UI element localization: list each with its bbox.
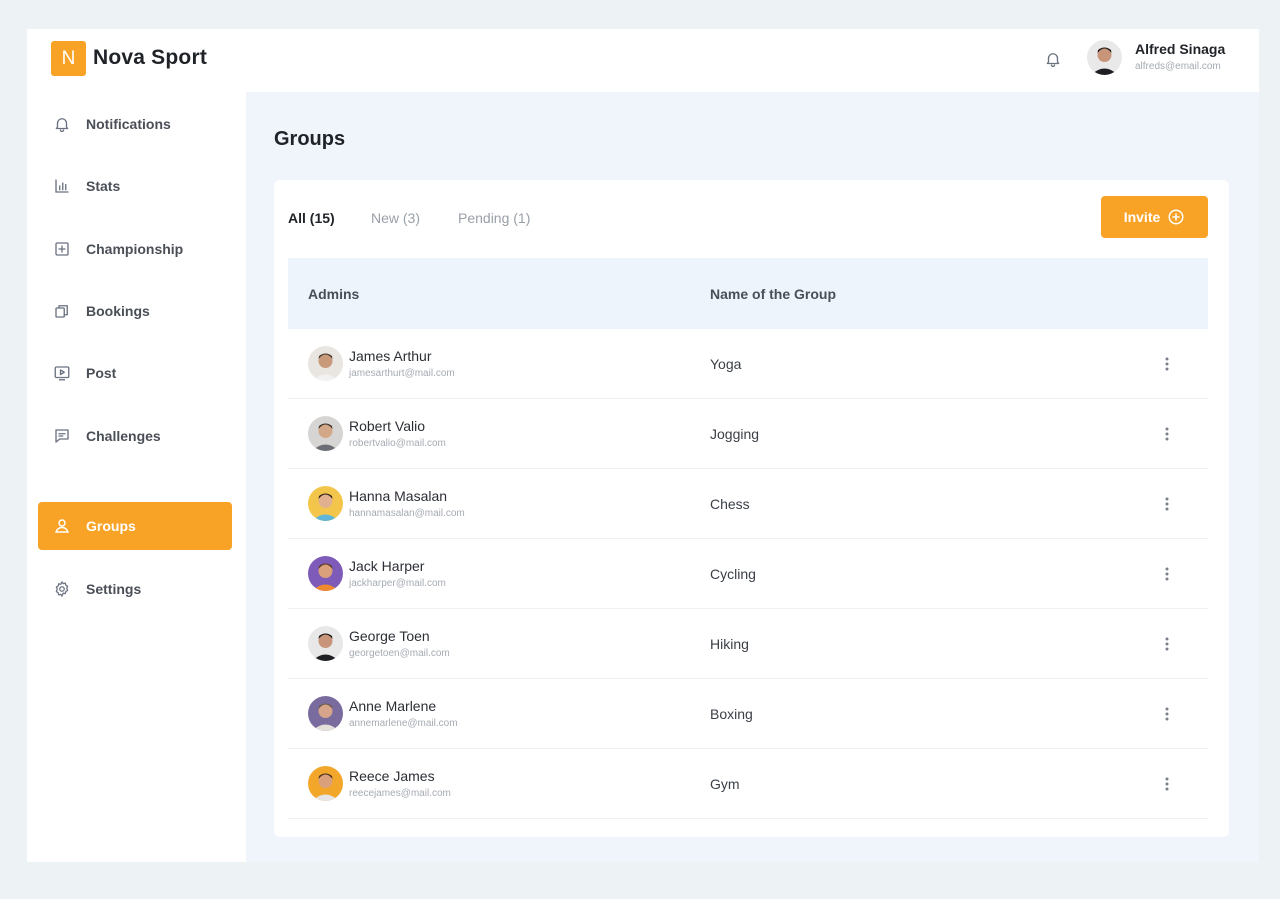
sidebar-item-label: Settings — [86, 581, 142, 597]
row-more-button[interactable] — [1156, 423, 1178, 445]
sidebar-item-challenges[interactable]: Challenges — [38, 412, 232, 460]
more-vertical-icon — [1165, 707, 1169, 721]
admin-avatar — [308, 696, 343, 731]
more-vertical-icon — [1165, 427, 1169, 441]
admin-email: reecejames@mail.com — [349, 788, 451, 799]
groups-card: All (15) New (3) Pending (1) Invite Admi… — [274, 180, 1229, 837]
table-row[interactable]: James Arthur jamesarthurt@mail.com Yoga — [288, 329, 1208, 399]
row-more-button[interactable] — [1156, 563, 1178, 585]
sidebar-item-label: Bookings — [86, 303, 150, 319]
user-name: Alfred Sinaga — [1135, 41, 1226, 57]
admin-name: Jack Harper — [349, 558, 425, 574]
admin-name: James Arthur — [349, 348, 432, 364]
sidebar-item-label: Notifications — [86, 116, 171, 132]
admin-email: annemarlene@mail.com — [349, 718, 458, 729]
admin-avatar — [308, 556, 343, 591]
table-row[interactable]: Reece James reecejames@mail.com Gym — [288, 749, 1208, 819]
invite-button-label: Invite — [1123, 209, 1161, 225]
admin-name: Hanna Masalan — [349, 488, 448, 504]
app-window: N Nova Sport Alfred Sinaga alfreds@email… — [27, 29, 1259, 862]
row-more-button[interactable] — [1156, 703, 1178, 725]
tab-pending[interactable]: Pending (1) — [458, 210, 530, 226]
row-more-button[interactable] — [1156, 633, 1178, 655]
table-row[interactable]: Hanna Masalan hannamasalan@mail.com Chess — [288, 469, 1208, 539]
row-more-button[interactable] — [1156, 773, 1178, 795]
admin-avatar — [308, 766, 343, 801]
message-square-icon — [51, 425, 73, 447]
sidebar-item-label: Groups — [86, 518, 136, 534]
more-vertical-icon — [1165, 497, 1169, 511]
trophy-box-icon — [51, 238, 73, 260]
user-icon — [51, 515, 73, 537]
group-name: Gym — [710, 776, 740, 792]
group-name: Cycling — [710, 566, 756, 582]
bell-icon — [1046, 53, 1060, 68]
sidebar-item-label: Post — [86, 365, 117, 381]
invite-button[interactable]: Invite — [1101, 196, 1208, 238]
admin-avatar — [308, 486, 343, 521]
more-vertical-icon — [1165, 777, 1169, 791]
sidebar-item-post[interactable]: Post — [38, 349, 232, 397]
admin-email: hannamasalan@mail.com — [349, 508, 465, 519]
sidebar-item-bookings[interactable]: Bookings — [38, 287, 232, 335]
group-name: Jogging — [710, 426, 760, 442]
bar-chart-icon — [51, 175, 73, 197]
table-row[interactable]: George Toen georgetoen@mail.com Hiking — [288, 609, 1208, 679]
notifications-bell-button[interactable] — [1041, 47, 1065, 71]
group-name: Yoga — [710, 356, 742, 372]
sidebar-item-settings[interactable]: Settings — [38, 565, 232, 613]
admin-email: jackharper@mail.com — [349, 578, 446, 589]
column-header-group-name: Name of the Group — [710, 286, 837, 302]
column-header-admins: Admins — [308, 286, 360, 302]
sidebar-item-stats[interactable]: Stats — [38, 162, 232, 210]
gear-icon — [51, 578, 73, 600]
sidebar-item-notifications[interactable]: Notifications — [38, 100, 232, 148]
more-vertical-icon — [1165, 637, 1169, 651]
table-row[interactable]: Robert Valio robertvalio@mail.com Jogging — [288, 399, 1208, 469]
main-content: Groups All (15) New (3) Pending (1) Invi… — [246, 92, 1259, 862]
sidebar-item-label: Championship — [86, 241, 184, 257]
admin-email: robertvalio@mail.com — [349, 438, 446, 449]
sidebar: Notifications Stats Championship Booking… — [27, 92, 246, 862]
admin-email: georgetoen@mail.com — [349, 648, 450, 659]
admin-name: George Toen — [349, 628, 430, 644]
sidebar-item-label: Challenges — [86, 428, 161, 444]
group-name: Hiking — [710, 636, 749, 652]
sidebar-item-championship[interactable]: Championship — [38, 225, 232, 273]
admin-name: Anne Marlene — [349, 698, 437, 714]
play-screen-icon — [51, 362, 73, 384]
table-row[interactable]: Jack Harper jackharper@mail.com Cycling — [288, 539, 1208, 609]
copy-stack-icon — [51, 300, 73, 322]
tab-all[interactable]: All (15) — [288, 210, 335, 226]
admin-avatar — [308, 416, 343, 451]
brand-name: Nova Sport — [93, 46, 208, 69]
logo-mark: N — [51, 41, 86, 76]
plus-circle-icon — [1168, 209, 1184, 225]
user-avatar[interactable] — [1087, 40, 1122, 75]
page-title: Groups — [274, 128, 346, 150]
tab-new[interactable]: New (3) — [371, 210, 420, 226]
admin-avatar — [308, 626, 343, 661]
admin-name: Reece James — [349, 768, 435, 784]
table-header: Admins Name of the Group — [288, 258, 1208, 329]
admin-avatar — [308, 346, 343, 381]
row-more-button[interactable] — [1156, 353, 1178, 375]
more-vertical-icon — [1165, 357, 1169, 371]
admin-name: Robert Valio — [349, 418, 426, 434]
sidebar-item-label: Stats — [86, 178, 121, 194]
sidebar-item-groups[interactable]: Groups — [38, 502, 232, 550]
bell-icon — [51, 113, 73, 135]
more-vertical-icon — [1165, 567, 1169, 581]
group-name: Chess — [710, 496, 750, 512]
group-name: Boxing — [710, 706, 753, 722]
admin-email: jamesarthurt@mail.com — [349, 368, 455, 379]
row-more-button[interactable] — [1156, 493, 1178, 515]
top-header: N Nova Sport Alfred Sinaga alfreds@email… — [27, 29, 1259, 92]
user-email: alfreds@email.com — [1135, 61, 1221, 72]
table-row[interactable]: Anne Marlene annemarlene@mail.com Boxing — [288, 679, 1208, 749]
